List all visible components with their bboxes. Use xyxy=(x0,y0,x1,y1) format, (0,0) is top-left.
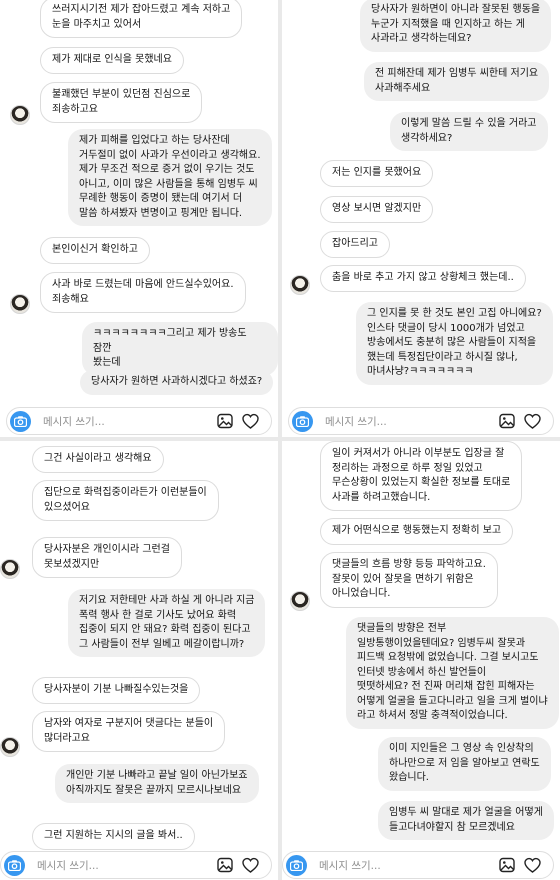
message-input[interactable]: 메시지 쓰기... xyxy=(325,414,387,429)
message-input[interactable]: 메시지 쓰기... xyxy=(37,858,99,873)
message-outgoing: 전 피해잔데 제가 임병두 씨한테 저기요 사과해주세요 xyxy=(364,62,550,101)
avatar[interactable] xyxy=(290,275,310,295)
camera-icon xyxy=(296,416,309,427)
chat-panel-top-left: 쓰러지시기전 제가 잡아드렸고 계속 저하고 눈을 마주치고 있어서 제가 제대… xyxy=(0,0,278,437)
heart-icon[interactable] xyxy=(524,413,541,430)
chat-panel-top-right: 당사자가 원하면이 아니라 잘못된 행동을 누군가 지적했을 때 인지하고 하는… xyxy=(282,0,560,437)
message-incoming: 불쾌했던 부분이 있던점 진심으로 죄송하고요 xyxy=(40,82,203,123)
message-incoming: 잡아드리고 xyxy=(320,231,390,258)
camera-icon xyxy=(290,860,303,871)
chat-panel-bottom-right: 일이 커져서가 아니라 이부분도 입장글 잘 정리하는 과정으로 하루 정일 있… xyxy=(282,441,560,880)
message-outgoing: 개인만 기분 나빠라고 끝날 일이 아닌가보죠 아직까지도 잘못은 끝까지 모르… xyxy=(55,764,259,803)
message-incoming: 쓰러지시기전 제가 잡아드렸고 계속 저하고 눈을 마주치고 있어서 xyxy=(40,0,243,38)
message-outgoing: ㅋㅋㅋㅋㅋㅋㅋㅋ그리고 제가 방송도 잠깐 봤는데 xyxy=(82,322,278,376)
image-icon[interactable] xyxy=(217,413,233,429)
heart-icon[interactable] xyxy=(242,857,259,874)
message-outgoing: 댓글들의 방향은 전부 일방통행이었을텐데요? 임병두씨 잘못과 피드백 요청밖… xyxy=(346,617,559,729)
message-incoming: 당사자분이 기분 나빠질수있는것을 xyxy=(32,677,201,704)
avatar[interactable] xyxy=(0,559,20,579)
message-incoming: 영상 보시면 알겠지만 xyxy=(320,196,434,223)
avatar[interactable] xyxy=(10,105,30,125)
message-incoming: 사과 바로 드렸는데 마음에 안드실수있어요. 죄송해요 xyxy=(40,272,246,313)
image-icon[interactable] xyxy=(217,857,233,873)
image-icon[interactable] xyxy=(499,857,515,873)
message-incoming: 남자와 여자로 구분지어 댓글다는 분들이 많더라고요 xyxy=(32,711,226,752)
avatar[interactable] xyxy=(290,591,310,611)
message-incoming: 본인이신거 확인하고 xyxy=(40,237,150,264)
message-outgoing: 당사자가 원하면 사과하시겠다고 하셨죠? xyxy=(80,370,274,395)
message-incoming: 그건 사실이라고 생각해요 xyxy=(32,446,164,473)
message-outgoing: 임병두 씨 말대로 제가 얼굴을 어떻게 들고다녀야할지 참 모르겠네요 xyxy=(378,801,554,840)
message-incoming: 집단으로 화력집중이라든가 이런분들이 있으셨어요 xyxy=(32,480,219,521)
message-composer[interactable]: 메시지 쓰기... xyxy=(0,851,272,879)
camera-button[interactable] xyxy=(10,411,31,432)
message-outgoing: 이미 지인들은 그 영상 속 인상착의 하나만으로 저 임을 알아보고 연락도 … xyxy=(378,737,551,791)
heart-icon[interactable] xyxy=(524,857,541,874)
message-incoming: 댓글들의 흐름 방향 등등 파악하고요. 잘못이 있어 잘못을 면하기 위함은 … xyxy=(320,552,498,608)
message-composer[interactable]: 메시지 쓰기... xyxy=(282,851,554,879)
heart-icon[interactable] xyxy=(242,413,259,430)
message-outgoing: 저기요 저한테만 사과 하실 게 아니라 지금 폭력 행사 한 걸로 기사도 났… xyxy=(68,589,266,657)
camera-button[interactable] xyxy=(292,411,313,432)
image-icon[interactable] xyxy=(499,413,515,429)
camera-button[interactable] xyxy=(4,855,25,876)
message-incoming: 제가 제대로 인식을 못했네요 xyxy=(40,47,184,74)
avatar[interactable] xyxy=(0,737,20,757)
message-incoming: 일이 커져서가 아니라 이부분도 입장글 잘 정리하는 과정으로 하루 정일 있… xyxy=(320,441,523,511)
screenshot-collage: 쓰러지시기전 제가 잡아드렸고 계속 저하고 눈을 마주치고 있어서 제가 제대… xyxy=(0,0,560,880)
message-outgoing: 제가 피해를 입었다고 하는 당사잔데 거두절미 없이 사과가 우선이라고 생각… xyxy=(68,129,272,226)
camera-icon xyxy=(8,860,21,871)
message-input[interactable]: 메시지 쓰기... xyxy=(43,414,105,429)
message-incoming: 그런 지원하는 지시의 글을 봐서.. xyxy=(32,823,195,850)
chat-panel-bottom-left: 그건 사실이라고 생각해요 집단으로 화력집중이라든가 이런분들이 있으셨어요 … xyxy=(0,441,278,880)
camera-icon xyxy=(14,416,27,427)
message-outgoing: 그 인지를 못 한 것도 본인 고집 아니에요? 인스타 댓글이 당시 1000… xyxy=(356,302,553,385)
message-incoming: 제가 어떤식으로 행동했는지 정확히 보고 xyxy=(320,518,514,545)
message-composer[interactable]: 메시지 쓰기... xyxy=(6,407,272,435)
message-outgoing: 당사자가 원하면이 아니라 잘못된 행동을 누군가 지적했을 때 인지하고 하는… xyxy=(360,0,552,52)
message-incoming: 춤을 바로 추고 가지 않고 상황체크 했는데.. xyxy=(320,265,526,292)
message-incoming: 당사자분은 개인이시라 그런걸 못보셨겠지만 xyxy=(32,537,182,578)
message-incoming: 저는 인지를 못했어요 xyxy=(320,160,434,187)
message-composer[interactable]: 메시지 쓰기... xyxy=(288,407,554,435)
message-input[interactable]: 메시지 쓰기... xyxy=(319,858,381,873)
camera-button[interactable] xyxy=(286,855,307,876)
avatar[interactable] xyxy=(10,294,30,314)
message-outgoing: 이렇게 말씀 드릴 수 있을 거라고 생각하세요? xyxy=(390,112,548,151)
